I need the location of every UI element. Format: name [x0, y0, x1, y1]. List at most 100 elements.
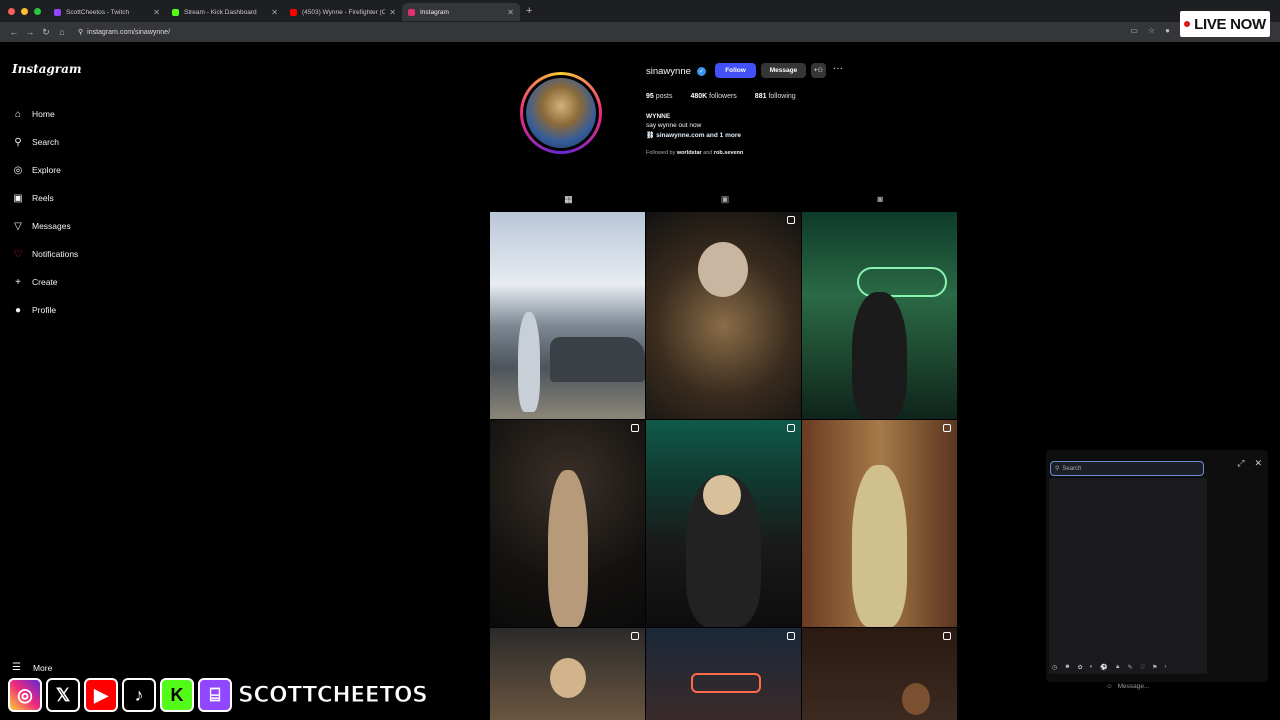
following-stat[interactable]: 881 following [755, 93, 796, 100]
bookmark-star-icon[interactable]: ☆ [1148, 26, 1155, 35]
post-tile[interactable] [802, 212, 957, 419]
search-icon: ⚲ [1055, 466, 1060, 472]
reel-badge-icon [631, 424, 639, 432]
sidebar-item-home[interactable]: ⌂ Home [12, 100, 78, 128]
options-icon[interactable]: ··· [833, 63, 843, 74]
forward-icon[interactable]: → [22, 27, 38, 37]
youtube-icon: ▶ [84, 678, 118, 712]
search-icon: ⚲ [14, 136, 22, 148]
browser-tab-bar: ScottCheetos - Twitch ✕ Stream - Kick Da… [0, 0, 1280, 22]
suggested-users-icon[interactable]: +⚇ [811, 63, 826, 78]
home-icon: ⌂ [14, 108, 22, 120]
profile-avatar[interactable] [520, 72, 602, 154]
extension-icon[interactable]: ● [1165, 26, 1170, 35]
emoji-icon[interactable]: ☺ [1106, 683, 1113, 690]
post-tile[interactable] [490, 212, 645, 419]
avatar-image [526, 78, 596, 148]
browser-tab-instagram[interactable]: Instagram ✕ [402, 3, 520, 21]
travel-emoji-icon[interactable]: ▲ [1115, 664, 1121, 671]
object-emoji-icon[interactable]: ✎ [1128, 664, 1133, 671]
sidebar-item-create[interactable]: + Create [12, 268, 78, 296]
streamer-handle: SCOTTCHEETOS [237, 682, 428, 708]
link-icon: ⛓ [646, 132, 655, 139]
instagram-logo[interactable]: Instagram [12, 62, 82, 76]
tab-close-icon[interactable]: ✕ [271, 8, 278, 17]
recent-emoji-icon[interactable]: ◷ [1052, 664, 1057, 671]
close-icon[interactable]: ✕ [1254, 458, 1262, 469]
flag-emoji-icon[interactable]: ⚑ [1152, 664, 1157, 671]
home-page-icon[interactable]: ⌂ [54, 27, 70, 37]
reel-badge-icon [943, 424, 951, 432]
post-tile[interactable] [646, 212, 801, 419]
tab-close-icon[interactable]: ✕ [507, 8, 514, 17]
followed-by[interactable]: Followed by worldstar and rob.sevenn [646, 150, 743, 156]
heart-icon: ♡ [13, 248, 23, 260]
plus-icon: + [15, 276, 21, 288]
sidebar-item-search[interactable]: ⚲ Search [12, 128, 78, 156]
live-dot-icon [1184, 21, 1191, 27]
browser-tab-twitch[interactable]: ScottCheetos - Twitch ✕ [48, 3, 166, 21]
sidebar-nav: ⌂ Home ⚲ Search ◎ Explore ▣ Reels ▽ Mess… [12, 100, 78, 324]
back-icon[interactable]: ← [6, 27, 22, 37]
next-icon[interactable]: › [1164, 664, 1166, 671]
smiley-emoji-icon[interactable]: ☻ [1064, 664, 1070, 671]
chat-search-input[interactable]: ⚲ Search [1050, 461, 1204, 476]
reel-badge-icon [787, 632, 795, 640]
sidebar-item-notifications[interactable]: ♡ Notifications [12, 240, 79, 268]
tab-close-icon[interactable]: ✕ [389, 8, 396, 17]
post-tile[interactable] [646, 420, 801, 627]
close-window-button[interactable] [8, 7, 15, 15]
reels-icon: ▣ [13, 192, 23, 204]
message-input[interactable]: ☺ Message... [1106, 683, 1149, 690]
symbol-emoji-icon[interactable]: ♡ [1140, 664, 1145, 671]
profile-link-text: sinawynne.com and 1 more [656, 132, 741, 139]
sidebar-item-messages[interactable]: ▽ Messages [12, 212, 78, 240]
profile-link[interactable]: ⛓ sinawynne.com and 1 more [646, 131, 741, 139]
profile-stats: 95 posts 480K followers 881 following [646, 93, 796, 100]
sidebar-item-reels[interactable]: ▣ Reels [12, 184, 78, 212]
chat-results-pane [1049, 478, 1207, 674]
site-info-icon[interactable]: ⚲ [78, 28, 83, 36]
explore-icon: ◎ [13, 164, 23, 176]
profile-display-name: WYNNE [646, 113, 671, 120]
instagram-icon: ◎ [8, 678, 42, 712]
instagram-favicon-icon [408, 8, 415, 16]
sidebar-item-label: Explore [32, 165, 61, 175]
emoji-category-bar: ◷ ☻ ✿ ◐ ⚽ ▲ ✎ ♡ ⚑ › [1052, 664, 1166, 671]
post-tile[interactable] [802, 628, 957, 720]
twitch-favicon-icon [54, 8, 61, 16]
tab-label: Instagram [420, 8, 449, 16]
message-button[interactable]: Message [761, 63, 806, 78]
tab-close-icon[interactable]: ✕ [153, 8, 160, 17]
sidebar-item-label: Messages [32, 221, 71, 231]
reload-icon[interactable]: ↻ [38, 27, 54, 38]
url-field[interactable]: ⚲ instagram.com/sinawynne/ [78, 28, 170, 37]
sidebar-more[interactable]: ☰ More [12, 662, 52, 673]
twitch-icon: ⌸ [198, 678, 232, 712]
maximize-window-button[interactable] [34, 7, 41, 15]
tab-posts-grid-icon[interactable]: ▦ [564, 194, 573, 205]
browser-tab-kick[interactable]: Stream - Kick Dashboard ✕ [166, 3, 284, 21]
followers-stat[interactable]: 480K followers [690, 93, 736, 100]
live-now-badge: LIVE NOW [1180, 11, 1270, 37]
animal-emoji-icon[interactable]: ✿ [1078, 664, 1083, 671]
tab-tagged-icon[interactable]: ◙ [877, 194, 882, 205]
minimize-window-button[interactable] [21, 7, 28, 15]
browser-tab-youtube[interactable]: (4503) Wynne - Firefighter (O ✕ [284, 3, 402, 21]
tab-label: Stream - Kick Dashboard [184, 8, 257, 16]
expand-icon[interactable]: ⤢ [1237, 458, 1244, 469]
post-tile[interactable] [490, 420, 645, 627]
food-emoji-icon[interactable]: ◐ [1090, 664, 1094, 671]
post-tile[interactable] [802, 420, 957, 627]
post-tile[interactable] [490, 628, 645, 720]
post-tile[interactable] [646, 628, 801, 720]
tab-reels-icon[interactable]: ▣ [721, 194, 730, 205]
message-placeholder: Message... [1117, 683, 1150, 690]
follow-button[interactable]: Follow [715, 63, 756, 78]
cast-icon[interactable]: ▭ [1130, 26, 1138, 35]
avatar-icon: ● [14, 304, 22, 316]
sidebar-item-explore[interactable]: ◎ Explore [12, 156, 78, 184]
new-tab-button[interactable]: + [526, 5, 532, 17]
activity-emoji-icon[interactable]: ⚽ [1100, 664, 1107, 671]
sidebar-item-profile[interactable]: ● Profile [12, 296, 78, 324]
